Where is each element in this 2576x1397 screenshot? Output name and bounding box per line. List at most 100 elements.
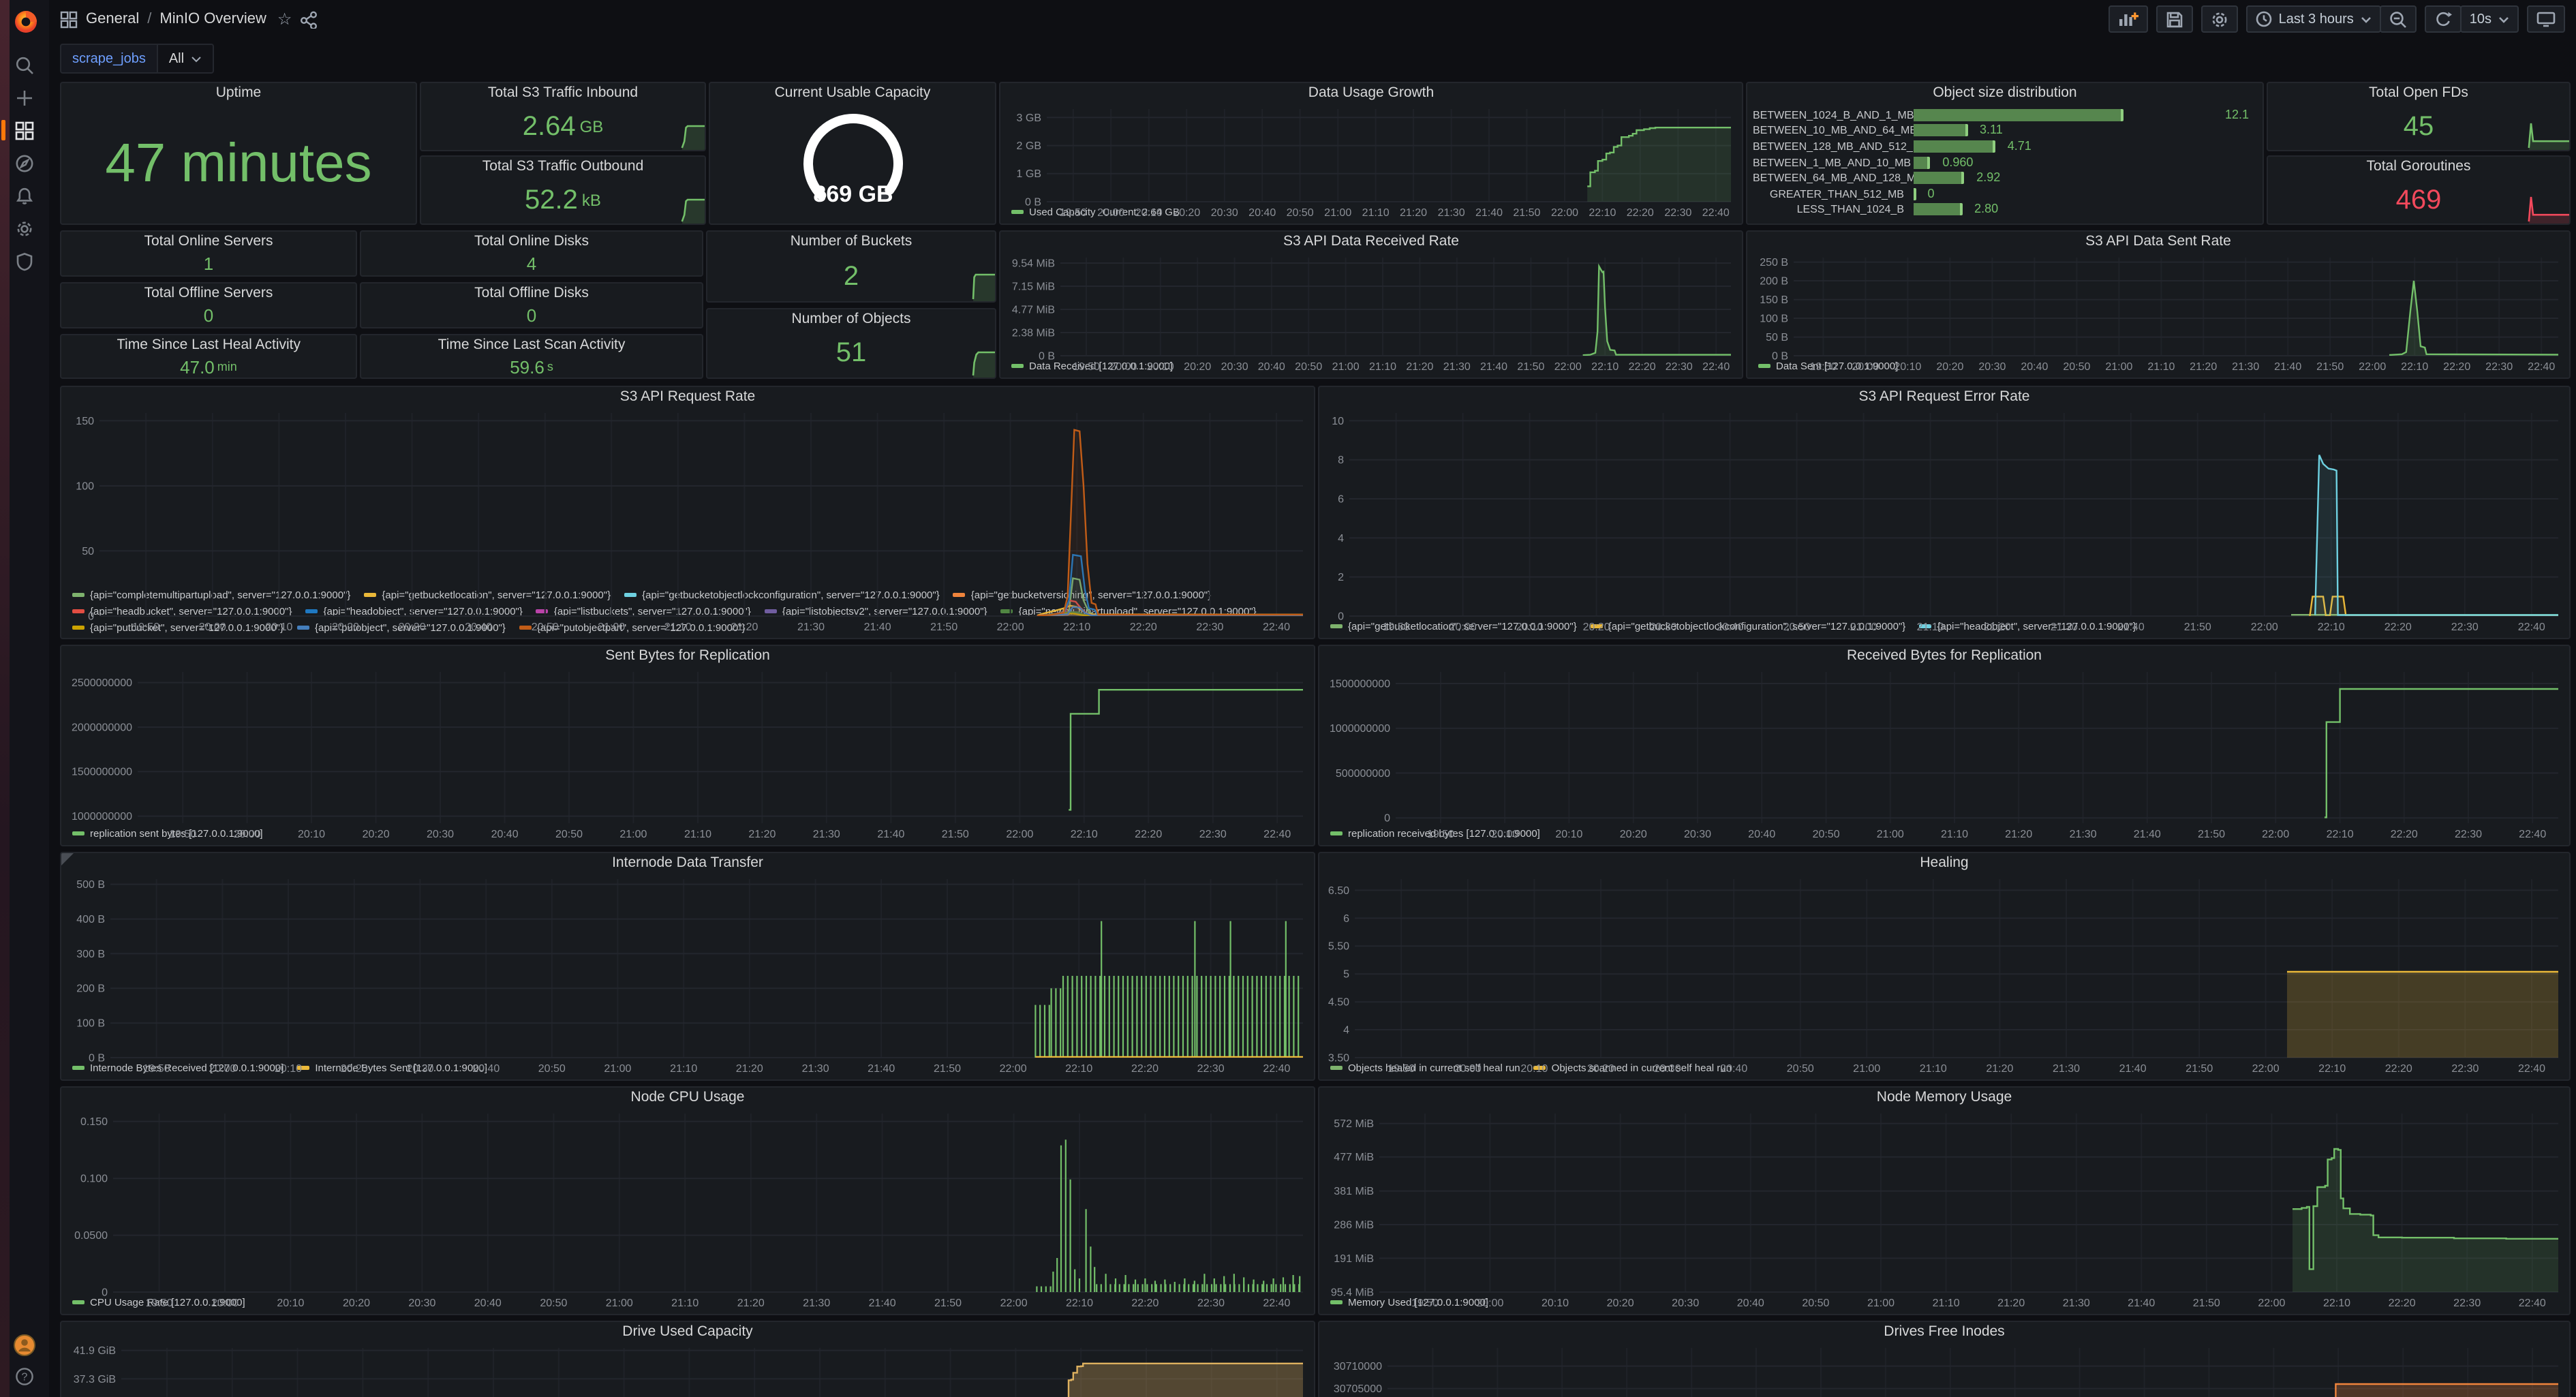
chart-healing[interactable]: 19:5020:0020:1020:2020:3020:4020:5021:00… [1319,874,2569,1060]
sidebar-create-icon[interactable] [7,87,42,108]
svg-text:4: 4 [1338,533,1344,544]
panel-title[interactable]: Total Offline Servers [144,283,273,304]
svg-text:21:30: 21:30 [803,1298,830,1309]
panel-title[interactable]: Total S3 Traffic Outbound [482,157,644,177]
panel-title[interactable]: Time Since Last Scan Activity [438,335,626,356]
share-icon[interactable] [300,10,318,28]
refresh-button[interactable] [2425,5,2462,33]
stat-value: 59.6 [510,356,545,377]
sidebar-dashboards-icon[interactable] [7,120,42,140]
sidebar-configuration-icon[interactable] [7,218,42,239]
chart-received-bytes-replication[interactable]: 19:5020:0020:1020:2020:3020:4020:5021:00… [1319,666,2569,826]
help-icon[interactable]: ? [15,1367,34,1386]
panel-title[interactable]: Total Open FDs [2369,83,2468,104]
panel-title[interactable]: Sent Bytes for Replication [61,646,1314,666]
sidebar-alerting-icon[interactable] [7,185,42,206]
save-dashboard-button[interactable] [2156,5,2193,33]
panel-title[interactable]: Total S3 Traffic Inbound [488,83,638,104]
kiosk-mode-button[interactable] [2527,5,2565,33]
panel-title[interactable]: Node CPU Usage [61,1088,1314,1108]
chart-s3-api-request-error-rate[interactable]: 19:5020:0020:1020:2020:3020:4020:5021:00… [1319,408,2569,619]
grafana-logo-icon[interactable] [12,8,40,35]
zoom-out-time-button[interactable] [2380,5,2417,33]
bargauge-row: BETWEEN_64_MB_AND_128_MB2.92 [1753,170,2252,185]
chart-s3-api-data-received-rate[interactable]: 19:5020:0020:1020:2020:3020:4020:5021:00… [1000,252,1742,358]
breadcrumb-page-title[interactable]: MinIO Overview [159,11,266,27]
svg-text:20:20: 20:20 [1620,829,1647,840]
panel-title[interactable]: Total Offline Disks [474,283,589,304]
sidebar-server-admin-icon[interactable] [7,251,42,271]
panel-title[interactable]: S3 API Data Sent Rate [1747,232,2569,252]
panel-title[interactable]: Healing [1319,853,2569,874]
user-avatar[interactable] [14,1334,35,1356]
svg-text:21:50: 21:50 [930,621,957,633]
panel-total-online-disks: Total Online Disks 4 [360,230,703,277]
panel-title[interactable]: S3 API Request Rate [61,387,1314,408]
bargauge-row: BETWEEN_10_MB_AND_64_MB3.11 [1753,123,2252,138]
variable-label[interactable]: scrape_jobs [60,44,158,74]
favorite-star-icon[interactable]: ☆ [277,10,292,29]
panel-info-corner[interactable] [61,853,74,865]
panel-title[interactable]: Current Usable Capacity [710,83,995,104]
chart-s3-api-data-sent-rate[interactable]: 19:5020:0020:1020:2020:3020:4020:5021:00… [1747,252,2569,358]
chart-data-usage-growth[interactable]: 19:5020:0020:1020:2020:3020:4020:5021:00… [1000,104,1742,204]
svg-text:21:50: 21:50 [2184,621,2211,633]
svg-text:22:10: 22:10 [2318,1063,2346,1075]
panel-s3-api-request-rate: S3 API Request Rate 19:5020:0020:1020:20… [60,386,1315,639]
panel-title[interactable]: Data Usage Growth [1000,83,1742,104]
bargauge-label: BETWEEN_128_MB_AND_512_MB [1753,140,1914,153]
chart-drive-used-capacity[interactable]: 19:5020:0020:1020:2020:3020:4020:5021:00… [61,1342,1314,1397]
svg-text:21:50: 21:50 [2316,361,2344,373]
svg-text:0: 0 [1338,611,1344,622]
panel-title[interactable]: Object size distribution [1747,83,2263,104]
svg-text:1000000000: 1000000000 [72,811,132,823]
chart-internode-data-transfer[interactable]: 19:5020:0020:1020:2020:3020:4020:5021:00… [61,874,1314,1060]
panel-title[interactable]: Number of Objects [791,309,910,330]
panel-drive-used-capacity: Drive Used Capacity 19:5020:0020:1020:20… [60,1321,1315,1397]
panel-title[interactable]: Uptime [216,83,262,104]
panel-title[interactable]: Node Memory Usage [1319,1088,2569,1108]
svg-text:22:20: 22:20 [1131,1298,1159,1309]
stat-value: 52.2 [525,185,578,216]
svg-text:21:10: 21:10 [664,621,692,633]
sidebar-search-icon[interactable] [7,55,42,75]
bargauge-value: 0.960 [1942,155,1973,170]
panel-title[interactable]: S3 API Request Error Rate [1319,387,2569,408]
dashboard-settings-button[interactable] [2201,5,2238,33]
svg-text:19:50: 19:50 [1073,361,1100,373]
svg-text:20:40: 20:40 [1720,1063,1747,1075]
panel-title[interactable]: Drive Used Capacity [61,1322,1314,1342]
panel-title[interactable]: Total Online Servers [144,232,273,252]
chart-s3-api-request-rate[interactable]: 19:5020:0020:1020:2020:3020:4020:5021:00… [61,408,1314,587]
refresh-interval-picker[interactable]: 10s [2460,5,2519,33]
chart-sent-bytes-replication[interactable]: 19:5020:0020:1020:2020:3020:4020:5021:00… [61,666,1314,826]
svg-text:0 B: 0 B [1025,196,1041,208]
panel-title[interactable]: Time Since Last Heal Activity [117,335,301,356]
panel-title[interactable]: Drives Free Inodes [1319,1322,2569,1342]
panel-title[interactable]: S3 API Data Received Rate [1000,232,1742,252]
panel-title[interactable]: Number of Buckets [791,232,913,252]
add-panel-button[interactable] [2109,5,2148,33]
bargauge-track: 2.92 [1914,172,2252,184]
sidebar-explore-icon[interactable] [7,153,42,173]
panel-title[interactable]: Total Goroutines [2367,157,2471,177]
svg-text:19:50: 19:50 [1387,1063,1415,1075]
svg-text:0.150: 0.150 [80,1116,108,1128]
svg-text:22:10: 22:10 [2323,1298,2350,1309]
bargauge-label: BETWEEN_10_MB_AND_64_MB [1753,125,1914,137]
variable-value-dropdown[interactable]: All [158,44,214,74]
panel-title[interactable]: Internode Data Transfer [61,853,1314,874]
chart-node-memory-usage[interactable]: 19:5020:0020:1020:2020:3020:4020:5021:00… [1319,1108,2569,1295]
svg-text:20:30: 20:30 [427,829,454,840]
svg-text:21:10: 21:10 [1933,1298,1960,1309]
time-range-picker[interactable]: Last 3 hours [2246,5,2381,33]
chart-node-cpu-usage[interactable]: 19:5020:0020:1020:2020:3020:4020:5021:00… [61,1108,1314,1295]
breadcrumb-section[interactable]: General [86,11,139,27]
panel-title[interactable]: Received Bytes for Replication [1319,646,2569,666]
panel-title[interactable]: Total Online Disks [474,232,589,252]
chart-drives-free-inod es[interactable]: 19:5020:0020:1020:2020:3020:4020:5021:00… [1319,1342,2569,1397]
svg-text:22:20: 22:20 [2443,361,2470,373]
svg-text:21:30: 21:30 [797,621,825,633]
svg-text:3 GB: 3 GB [1017,112,1041,124]
save-icon [2166,10,2183,28]
